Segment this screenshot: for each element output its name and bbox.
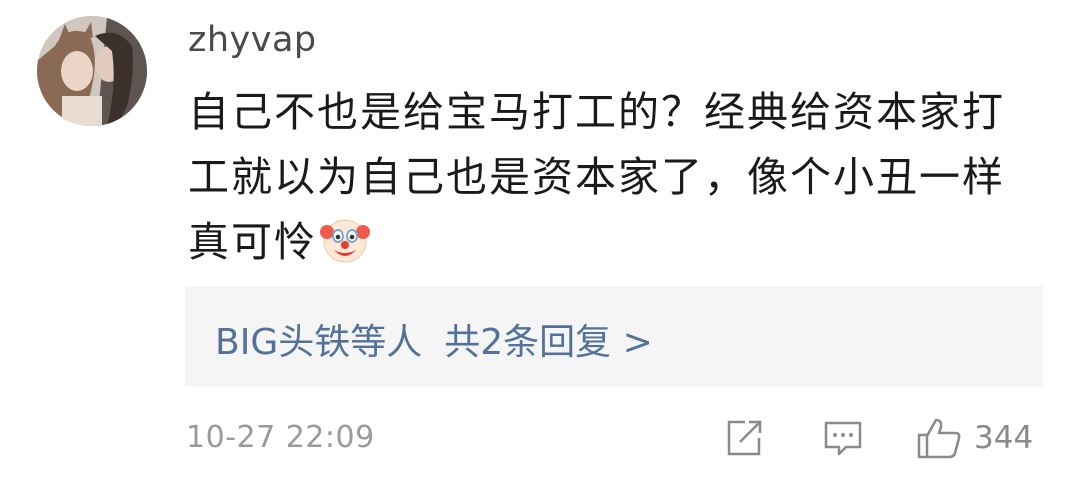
comment-text-line-last: 真可怜 bbox=[188, 210, 1038, 275]
reply-users: BIG头铁等人 bbox=[215, 322, 423, 363]
share-icon bbox=[727, 420, 762, 455]
comment-text-line: 自己不也是给宝马打工的？经典给资本家打 bbox=[188, 88, 1005, 136]
comment-timestamp: 10-27 22:09 bbox=[186, 420, 375, 455]
comment-footer: 10-27 22:09 344 bbox=[186, 415, 1046, 460]
reply-summary-box[interactable]: BIG头铁等人 共2条回复 > bbox=[185, 286, 1043, 387]
user-avatar[interactable] bbox=[37, 16, 147, 126]
thumbs-up-icon bbox=[917, 418, 961, 458]
username[interactable]: zhyvap bbox=[188, 20, 317, 60]
reply-summary-link[interactable]: BIG头铁等人 共2条回复 > bbox=[215, 313, 653, 365]
comment-button[interactable] bbox=[822, 415, 864, 460]
comment-text: 自己不也是给宝马打工的？经典给资本家打 工就以为自己也是资本家了，像个小丑一样 … bbox=[188, 80, 1038, 275]
reply-count: 共2条回复 > bbox=[444, 322, 653, 363]
like-count: 344 bbox=[974, 419, 1034, 456]
comment-text-line: 工就以为自己也是资本家了，像个小丑一样 bbox=[188, 153, 1005, 201]
comment-item: zhyvap 自己不也是给宝马打工的？经典给资本家打 工就以为自己也是资本家了，… bbox=[0, 0, 1080, 482]
clown-face-emoji-icon bbox=[320, 219, 370, 263]
avatar-image bbox=[37, 16, 147, 126]
share-button[interactable] bbox=[723, 415, 765, 460]
like-button[interactable]: 344 bbox=[916, 415, 1033, 460]
comment-text-line-tail: 真可怜 bbox=[188, 218, 317, 266]
comment-icon bbox=[824, 421, 862, 455]
